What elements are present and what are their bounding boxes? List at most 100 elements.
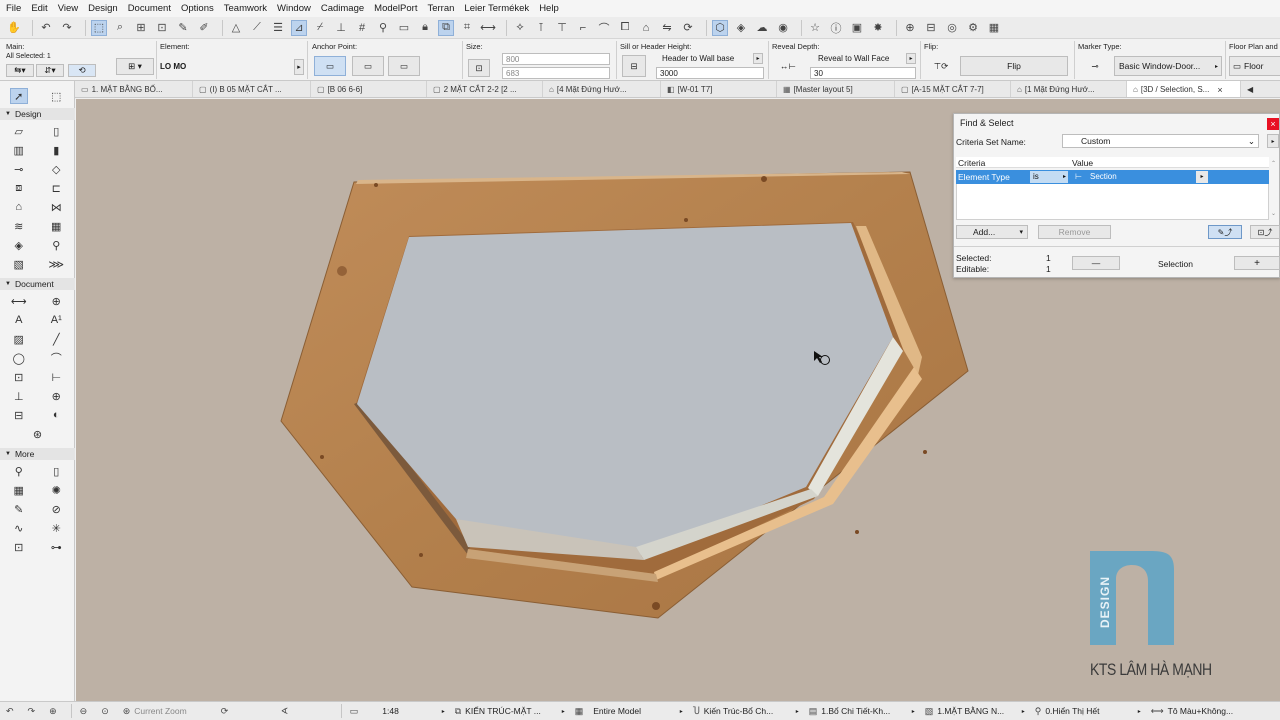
more-group-header[interactable]: ▼ More [0,448,75,460]
elevation-tool-icon[interactable]: ⊥ [10,388,28,404]
spline-tool-icon[interactable]: ∿ [10,520,28,536]
tab-elevation-1[interactable]: ⌂ [1 Mặt Đứng Hướ... [1011,81,1127,97]
adjust-icon[interactable]: ⊤ [554,20,570,36]
tab-elevation-4[interactable]: ⌂ [4 Mặt Đứng Hướ... [543,81,661,97]
window-icon[interactable]: ▦ [986,20,1002,36]
undo-icon[interactable]: ↶ [38,20,54,36]
size-link-icon[interactable]: ⊡ [468,59,490,77]
slab-tool-icon[interactable]: ⧈ [10,180,28,196]
marker-type-select[interactable]: Basic Window-Door... ▸ [1114,56,1222,76]
door-tool-icon[interactable]: ▯ [47,123,65,139]
change-tool-icon[interactable]: ⊛ [29,426,47,442]
menu-terran[interactable]: Terran [427,3,454,14]
split-icon[interactable]: ⟡ [512,20,528,36]
camera-icon[interactable]: ◎ [944,20,960,36]
menu-teamwork[interactable]: Teamwork [224,3,267,14]
house-icon[interactable]: ⌂ [638,20,654,36]
render-view-icon[interactable]: ⊟ [923,20,939,36]
reveal-mode[interactable]: Reveal to Wall Face [818,54,889,63]
group-icon[interactable]: ⧉ [438,19,454,36]
line-tool-icon[interactable]: ╱ [47,331,65,347]
tab-section-b06[interactable]: ▢ [B 06 6-6] [311,81,427,97]
arc-tool-icon[interactable]: ◯ [10,350,28,366]
favorites-icon[interactable]: ☆ [807,20,823,36]
tab-detail-w01[interactable]: ◧ [W-01 T7] [661,81,777,97]
rotate-icon[interactable]: ⟳ [680,20,696,36]
mvo-select[interactable]: ▤ 1.Bổ Chi Tiết-Kh... ▸ [809,706,915,717]
reveal-mode-arrow[interactable]: ▸ [906,53,916,64]
zoom-window-icon[interactable]: ⊞ [133,20,149,36]
menu-design[interactable]: Design [88,3,118,14]
object-tool-icon[interactable]: ⚲ [47,237,65,253]
grid-element-tool-icon[interactable]: ⚲ [10,463,28,479]
sill-value-field[interactable]: 3000 [656,67,764,79]
dimension-select[interactable]: ⟷ Tô Màu+Không... [1151,706,1241,717]
add-to-selection-button[interactable]: ✎⤴ [1208,225,1242,239]
eye-icon[interactable]: ◉ [775,20,791,36]
criteria-element-type[interactable]: Element Type [958,172,1010,182]
anchor-right-button[interactable]: ▭ [388,56,420,76]
scroll-down-icon[interactable]: ⌄ [1271,210,1276,217]
fillet-icon[interactable]: ⌒ [596,20,612,36]
intersect-icon[interactable]: ⌐ [575,20,591,36]
fill-tool-icon[interactable]: ▨ [10,331,28,347]
value-arrow-button[interactable]: ▸ [1196,171,1208,183]
menu-edit[interactable]: Edit [31,3,47,14]
lamp-tool-icon[interactable]: ✺ [47,482,65,498]
remove-criteria-button[interactable]: Remove [1038,225,1111,239]
layers-icon[interactable]: ☰ [270,20,286,36]
sill-icon[interactable]: ⊟ [622,55,646,77]
arrow-select-icon[interactable]: ⬚ [91,19,107,36]
menu-options[interactable]: Options [181,3,214,14]
angle-field[interactable]: ∢ [281,706,331,717]
fit-zoom-icon[interactable]: ⊙ [101,706,113,717]
criteria-set-arrow-button[interactable]: ▸ [1267,134,1279,148]
find-icon[interactable]: ⌕ [112,20,128,36]
beam-tool-icon[interactable]: ⊸ [10,161,28,177]
value-select[interactable]: ⊢ Section [1072,171,1192,183]
menu-help[interactable]: Help [539,3,559,14]
current-zoom-field[interactable]: ⊛ Current Zoom [123,706,211,717]
element-name[interactable]: LO MO [160,62,186,71]
flip-icon[interactable]: ⊤⟳ [928,55,954,77]
wall-tool-icon[interactable]: ▱ [10,123,28,139]
wall-position-button[interactable]: ⊞ ▾ [116,58,154,75]
close-icon[interactable]: × [1267,118,1279,130]
gravity-icon[interactable]: ⚲ [375,20,391,36]
pan-icon[interactable]: ✋ [6,20,22,36]
layer-toggle-button[interactable]: ⇆▾ [6,64,34,77]
add-criteria-button[interactable]: Add... ▾ [956,225,1028,239]
trace-icon[interactable]: ⌗ [459,20,475,36]
story-toggle-button[interactable]: ⇵▾ [36,64,64,77]
inject-icon[interactable]: ✐ [196,20,212,36]
railing-tool-icon[interactable]: ⋈ [47,199,65,215]
redo-zoom-icon[interactable]: ↷ [28,706,40,717]
element-arrow-button[interactable]: ▸ [294,59,304,75]
menu-view[interactable]: View [58,3,78,14]
marquee-tool-icon[interactable]: ⬚ [47,88,65,104]
menu-cadimage[interactable]: Cadimage [321,3,364,14]
pick-up-icon[interactable]: ✎ [175,20,191,36]
tab-section-2-2[interactable]: ▢ 2 MẶT CẮT 2-2 [2 ... [427,81,543,97]
orientation-field[interactable]: ⟳ [221,706,271,717]
width-field[interactable]: 800 [502,53,610,65]
curtain-wall-tool-icon[interactable]: ▦ [47,218,65,234]
wall-end-tool-icon[interactable]: ▯ [47,463,65,479]
drawing-tool-icon[interactable]: ⊡ [10,369,28,385]
label-tool-icon[interactable]: A¹ [47,312,65,328]
tab-master-layout[interactable]: ▦ [Master layout 5] [777,81,895,97]
flip-button[interactable]: Flip [960,56,1068,76]
menu-leier[interactable]: Leier Termékek [464,3,529,14]
cursor-snap-icon[interactable]: ⊥ [333,20,349,36]
tab-section-b05[interactable]: ▢ (I) B 05 MẶT CẮT ... [193,81,311,97]
dimension-tool-icon[interactable]: ⟷ [10,293,28,309]
layer-combo-select[interactable]: ⧉ KIẾN TRÚC-MẶT ... ▸ [455,706,565,717]
column-tool-icon[interactable]: ▥ [10,142,28,158]
window-tool-icon[interactable]: ▮ [47,142,65,158]
guide-line-icon[interactable]: ⟋ [249,20,265,36]
mesh-tool-icon[interactable]: ⋙ [47,256,65,272]
orbit-icon[interactable]: ◈ [733,20,749,36]
snap-points-icon[interactable]: ⌿ [312,20,328,36]
anchor-center-button[interactable]: ▭ [352,56,384,76]
undo-zoom-icon[interactable]: ↶ [6,706,18,717]
